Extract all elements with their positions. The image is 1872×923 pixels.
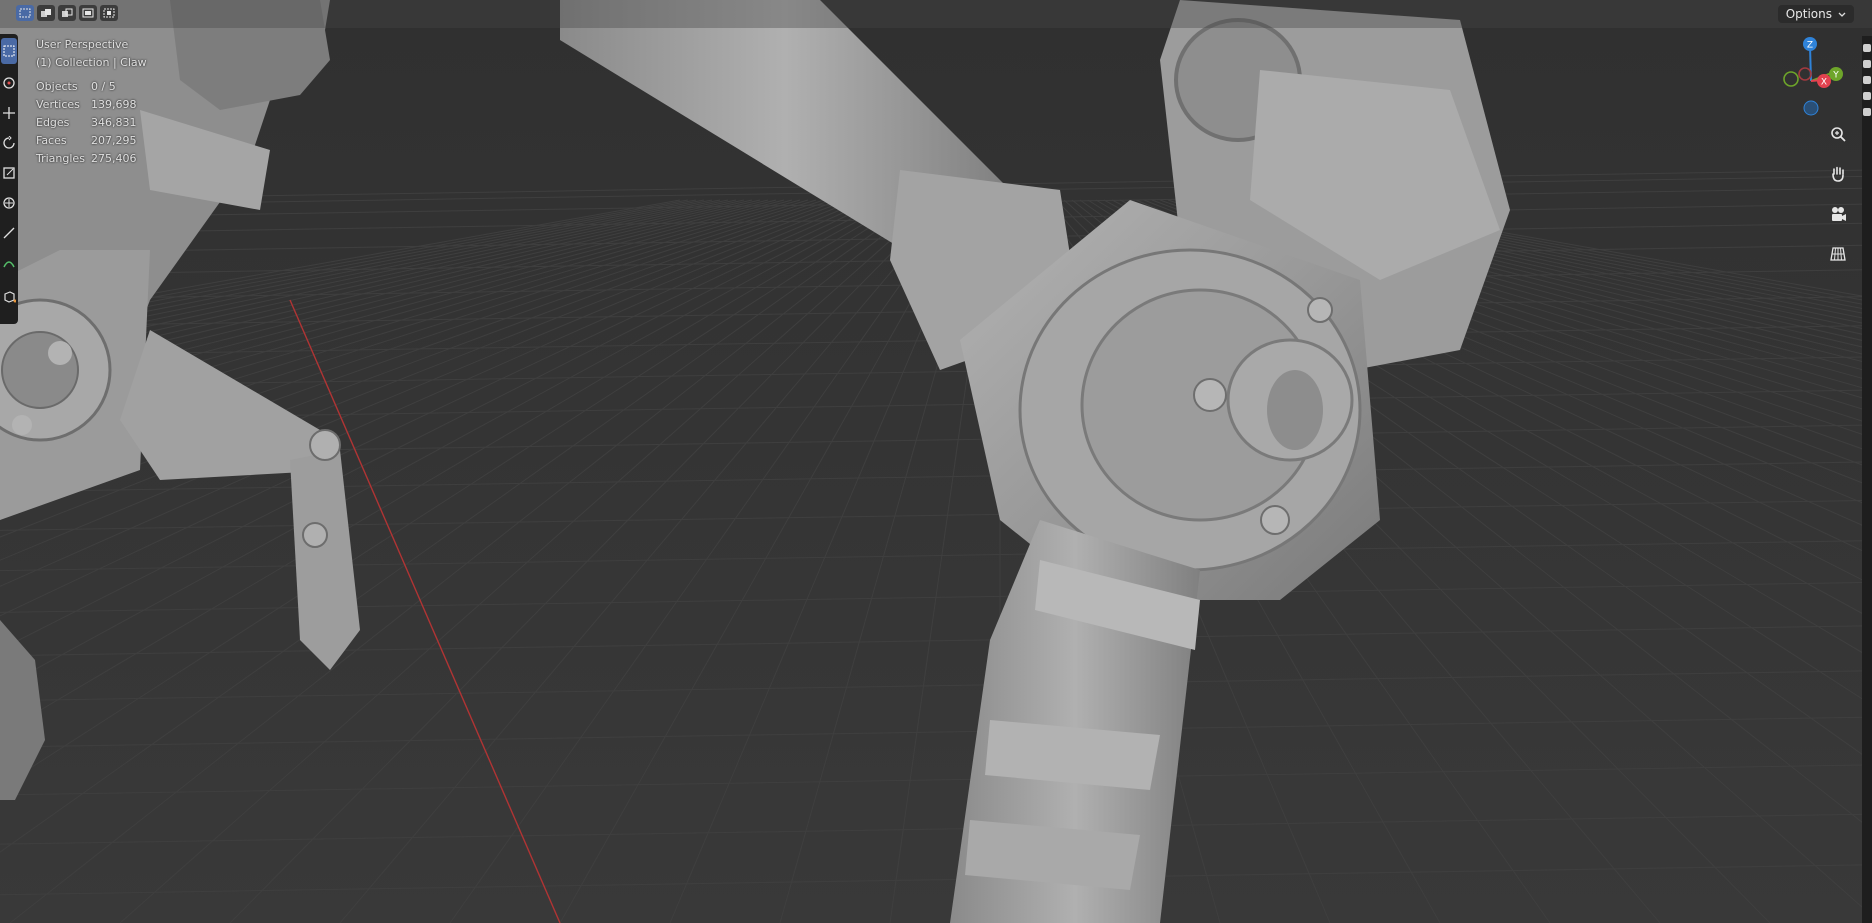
gizmo-x-label: X bbox=[1821, 78, 1827, 88]
navigation-gizmo[interactable]: Z Y X bbox=[1768, 28, 1846, 120]
camera-view-icon[interactable] bbox=[1823, 198, 1853, 229]
gizmo-neg-z-axis[interactable] bbox=[1803, 100, 1819, 116]
add-cube-icon[interactable] bbox=[1, 284, 17, 310]
pan-hand-icon[interactable] bbox=[1823, 158, 1853, 189]
viewport-header: Options bbox=[0, 0, 1872, 28]
options-button[interactable]: Options bbox=[1777, 5, 1854, 23]
select-subtract-icon[interactable] bbox=[58, 5, 76, 21]
outliner-edge-strip bbox=[1862, 36, 1872, 923]
zoom-icon[interactable] bbox=[1823, 118, 1853, 149]
select-extend-icon[interactable] bbox=[37, 5, 55, 21]
scale-icon[interactable] bbox=[1, 160, 17, 186]
stats-row: Triangles 275,406 bbox=[36, 152, 137, 165]
stats-row: Vertices 139,698 bbox=[36, 98, 137, 111]
annotate-icon[interactable] bbox=[1, 220, 17, 246]
move-icon[interactable] bbox=[1, 100, 17, 126]
ortho-grid-icon[interactable] bbox=[1823, 238, 1853, 269]
navigation-buttons bbox=[1823, 118, 1853, 278]
select-box-icon[interactable] bbox=[1, 38, 17, 64]
cursor-icon[interactable] bbox=[1, 70, 17, 96]
select-invert-icon[interactable] bbox=[79, 5, 97, 21]
eye-icon[interactable] bbox=[1863, 108, 1871, 116]
tool-shelf bbox=[0, 34, 18, 324]
stats-row: Edges 346,831 bbox=[36, 116, 137, 129]
eye-icon[interactable] bbox=[1863, 92, 1871, 100]
gizmo-neg-x-axis[interactable] bbox=[1798, 67, 1812, 81]
transform-icon[interactable] bbox=[1, 190, 17, 216]
eye-icon[interactable] bbox=[1863, 60, 1871, 68]
select-intersect-icon[interactable] bbox=[100, 5, 118, 21]
chevron-down-icon bbox=[1838, 7, 1846, 21]
eye-icon[interactable] bbox=[1863, 44, 1871, 52]
measure-icon[interactable] bbox=[1, 250, 17, 276]
select-new-icon[interactable] bbox=[16, 5, 34, 21]
viewport-info-overlay: User Perspective (1) Collection | Claw O… bbox=[36, 36, 147, 168]
gizmo-z-label: Z bbox=[1807, 41, 1813, 51]
collection-label: (1) Collection | Claw bbox=[36, 56, 147, 69]
perspective-label: User Perspective bbox=[36, 38, 129, 51]
viewport-scene bbox=[0, 0, 1872, 923]
gizmo-neg-y-axis[interactable] bbox=[1783, 71, 1799, 87]
stats-row: Faces 207,295 bbox=[36, 134, 137, 147]
rotate-icon[interactable] bbox=[1, 130, 17, 156]
stats-row: Objects 0 / 5 bbox=[36, 80, 116, 93]
3d-viewport[interactable]: Options User Perspective (1) Collection … bbox=[0, 0, 1872, 923]
gizmo-y-label: Y bbox=[1832, 71, 1839, 81]
options-label: Options bbox=[1785, 7, 1832, 21]
eye-icon[interactable] bbox=[1863, 76, 1871, 84]
selection-mode-group bbox=[16, 5, 118, 21]
